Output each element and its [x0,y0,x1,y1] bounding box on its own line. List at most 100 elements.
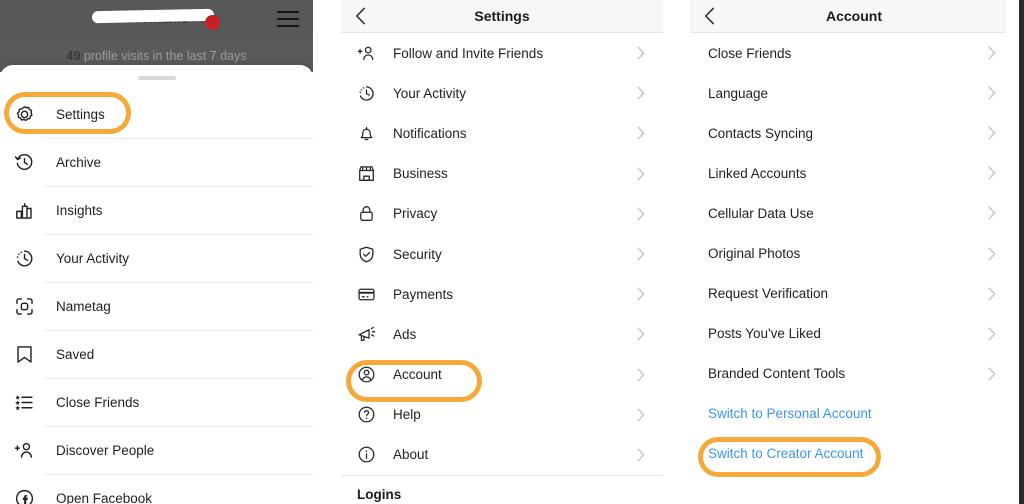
settings-list: Follow and Invite Friends Your Activity [341,33,663,502]
nametag-icon [14,294,44,318]
settings-item-label: Business [393,166,448,182]
bell-icon [357,124,383,143]
account-panel: Account Close Friends Language Contacts … [690,0,1018,504]
hamburger-menu-icon[interactable] [277,11,299,27]
account-item-label: Original Photos [708,246,801,262]
account-item-label: Switch to Personal Account [708,406,872,422]
account-item-label: Contacts Syncing [708,125,814,141]
settings-item-follow-and-invite-friends[interactable]: Follow and Invite Friends [341,33,663,73]
account-item-contacts-syncing[interactable]: Contacts Syncing [690,113,1018,153]
chevron-right-icon [637,126,645,145]
account-item-linked-accounts[interactable]: Linked Accounts [690,153,1018,193]
chevron-right-icon [988,247,996,266]
settings-item-payments[interactable]: Payments [341,274,663,314]
chevron-right-icon [988,287,996,306]
screenshot-stage: username 49 profile visits in the last 7… [0,0,1024,504]
account-item-request-verification[interactable]: Request Verification [690,274,1018,314]
menu-item-label: Insights [56,202,103,218]
archive-clock-icon [14,150,44,174]
chevron-left-icon[interactable] [355,7,366,25]
account-item-label: Request Verification [708,286,829,302]
settings-navbar: Settings [341,0,663,33]
account-item-label: Cellular Data Use [708,205,814,221]
settings-item-ads[interactable]: Ads [341,314,663,354]
chevron-right-icon [637,287,645,306]
settings-item-label: Ads [393,326,417,342]
chevron-right-icon [637,327,645,346]
settings-item-label: Follow and Invite Friends [393,45,544,61]
red-dot-mark [205,15,220,30]
settings-item-security[interactable]: Security [341,234,663,274]
profile-menu-list: Settings Archive Insights Your Activity … [0,90,313,504]
add-person-icon [357,44,383,63]
settings-item-label: Privacy [393,206,438,222]
menu-item-saved[interactable]: Saved [0,330,313,378]
menu-item-close-friends[interactable]: Close Friends [0,378,313,426]
settings-item-label: Your Activity [393,85,467,101]
settings-item-label: About [393,447,429,463]
account-item-label: Linked Accounts [708,165,807,181]
credit-card-icon [357,285,383,304]
account-item-label: Language [708,85,769,101]
account-item-close-friends[interactable]: Close Friends [690,33,1018,73]
settings-item-about[interactable]: About [341,435,663,475]
chevron-right-icon [637,46,645,65]
insights-bar-chart-icon [14,198,44,222]
settings-item-label: Payments [393,286,454,302]
menu-item-archive[interactable]: Archive [0,138,313,186]
settings-item-business[interactable]: Business [341,154,663,194]
chevron-right-icon [637,167,645,186]
settings-title: Settings [474,8,530,24]
settings-item-label: Help [393,407,421,423]
menu-item-insights[interactable]: Insights [0,186,313,234]
settings-item-help[interactable]: Help [341,395,663,435]
account-item-branded-content-tools[interactable]: Branded Content Tools [690,354,1018,394]
menu-item-your-activity[interactable]: Your Activity [0,234,313,282]
settings-item-label: Security [393,246,442,262]
chevron-left-icon[interactable] [704,7,715,25]
menu-item-label: Discover People [56,442,155,458]
menu-item-label: Settings [56,106,105,122]
username-area: username [91,8,222,30]
menu-item-open-facebook[interactable]: Open Facebook [0,474,313,504]
account-item-cellular-data-use[interactable]: Cellular Data Use [690,193,1018,233]
info-circle-icon [357,445,383,464]
settings-panel: Settings Follow and Invite Friends Your … [341,0,663,504]
username-redaction-mark [91,8,215,24]
menu-item-label: Open Facebook [56,490,153,504]
storefront-icon [357,164,383,183]
account-item-switch-to-creator-account[interactable]: Switch to Creator Account [690,434,1018,474]
sheet-grabber[interactable] [137,76,176,80]
right-margin [1006,0,1019,504]
profile-menu-panel: username 49 profile visits in the last 7… [0,0,313,504]
menu-sheet: Settings Archive Insights Your Activity … [0,65,313,504]
menu-item-label: Archive [56,154,102,170]
settings-item-notifications[interactable]: Notifications [341,113,663,153]
account-navbar: Account [690,0,1018,33]
account-circle-icon [357,365,383,384]
menu-item-label: Nametag [56,298,111,314]
profile-visits-label: profile visits in the last 7 days [83,49,247,63]
account-item-posts-youve-liked[interactable]: Posts You've Liked [690,314,1018,354]
menu-item-label: Your Activity [56,250,130,266]
question-circle-icon [357,405,383,424]
account-item-language[interactable]: Language [690,73,1018,113]
menu-item-settings[interactable]: Settings [0,90,313,138]
account-item-label: Branded Content Tools [708,366,846,382]
gear-icon [14,102,44,126]
settings-item-privacy[interactable]: Privacy [341,194,663,234]
profile-visits-count: 49 [66,49,81,63]
settings-item-account[interactable]: Account [341,355,663,395]
account-item-switch-to-personal-account[interactable]: Switch to Personal Account [690,394,1018,434]
account-item-original-photos[interactable]: Original Photos [690,233,1018,273]
chevron-right-icon [988,367,996,386]
menu-item-discover-people[interactable]: Discover People [0,426,313,474]
menu-item-label: Saved [56,346,95,362]
shield-check-icon [357,245,383,264]
chevron-right-icon [988,86,996,105]
activity-clock-icon [357,84,383,103]
chevron-right-icon [988,46,996,65]
menu-item-nametag[interactable]: Nametag [0,282,313,330]
settings-item-your-activity[interactable]: Your Activity [341,73,663,113]
bookmark-icon [14,342,44,366]
